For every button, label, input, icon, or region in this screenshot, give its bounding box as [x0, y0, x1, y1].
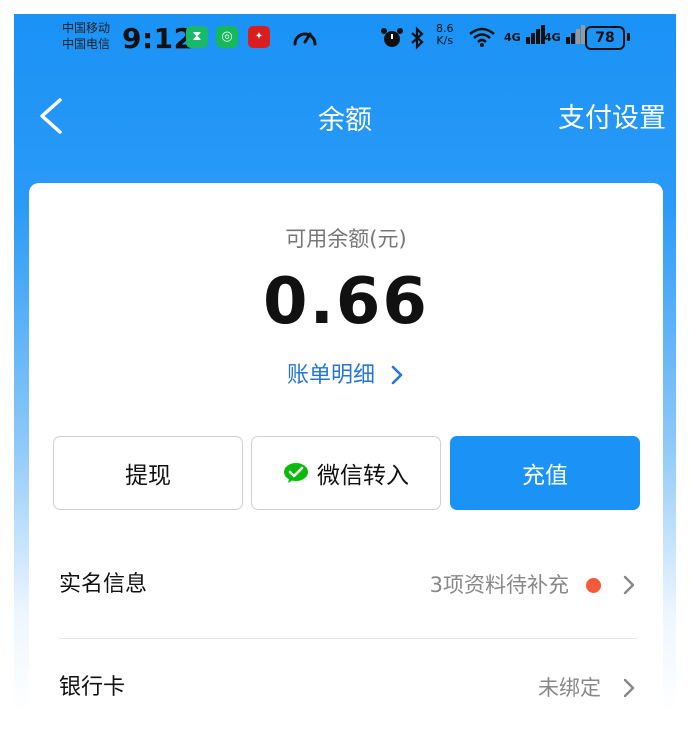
realname-info-row[interactable]: 实名信息 3项资料待补充 — [59, 555, 637, 615]
alert-dot — [586, 578, 601, 593]
alarm-icon — [381, 28, 403, 47]
bank-card-status: 未绑定 — [538, 676, 601, 700]
battery-level: 78 — [585, 26, 625, 50]
network-speed: 8.6 K/s — [436, 23, 454, 47]
row-divider — [59, 638, 637, 639]
chevron-right-icon — [623, 678, 635, 698]
signal-1-icon: 4G — [504, 24, 547, 44]
status-bar: 中国移动 中国电信 9:12 ⧗ ◎ ✦ 8.6 K/s 4G 4G 78 — [14, 14, 676, 64]
red-app-icon: ✦ — [248, 26, 270, 48]
bank-card-row[interactable]: 银行卡 未绑定 — [59, 658, 637, 718]
chevron-right-icon[interactable] — [389, 363, 405, 387]
wechat-icon — [284, 463, 308, 483]
phone-screen: 中国移动 中国电信 9:12 ⧗ ◎ ✦ 8.6 K/s 4G 4G 78 余额… — [14, 14, 676, 722]
chevron-right-icon — [623, 575, 635, 595]
signal-bars-2-icon — [565, 25, 585, 44]
recharge-button[interactable]: 充值 — [450, 436, 640, 510]
balance-amount: 0.66 — [263, 265, 429, 339]
green-app-icon: ◎ — [216, 26, 238, 48]
realname-info-status: 3项资料待补充 — [429, 573, 569, 597]
carrier-1: 中国移动 — [62, 21, 111, 35]
balance-card: 可用余额(元) 0.66 账单明细 提现 微信转入 充值 实名信息 3项资料待补… — [29, 183, 663, 722]
wechat-transfer-button-label: 微信转入 — [317, 463, 409, 489]
signal-2-type: 4G — [544, 31, 561, 44]
battery-tip — [627, 33, 630, 41]
wifi-icon — [469, 27, 495, 47]
signal-1-type: 4G — [504, 31, 521, 44]
withdraw-button-label: 提现 — [125, 463, 171, 489]
wechat-transfer-button[interactable]: 微信转入 — [251, 436, 441, 510]
back-arrow-icon[interactable] — [32, 94, 72, 138]
withdraw-button[interactable]: 提现 — [53, 436, 243, 510]
bill-details-link[interactable]: 账单明细 — [287, 357, 375, 389]
hourglass-app-icon: ⧗ — [186, 26, 208, 48]
bluetooth-icon — [411, 26, 424, 50]
speedometer-icon — [293, 32, 317, 46]
payment-settings-button[interactable]: 支付设置 — [558, 96, 666, 135]
balance-label: 可用余额(元) — [285, 227, 407, 251]
recharge-button-label: 充值 — [522, 463, 568, 489]
carrier-2: 中国电信 — [62, 37, 111, 51]
signal-2-icon: 4G — [544, 24, 587, 44]
status-time: 9:12 — [122, 22, 194, 55]
network-speed-unit: K/s — [436, 34, 454, 47]
realname-info-label: 实名信息 — [59, 572, 148, 597]
page-title: 余额 — [318, 105, 372, 136]
bank-card-label: 银行卡 — [59, 675, 126, 700]
carrier-info: 中国移动 中国电信 — [62, 20, 110, 52]
